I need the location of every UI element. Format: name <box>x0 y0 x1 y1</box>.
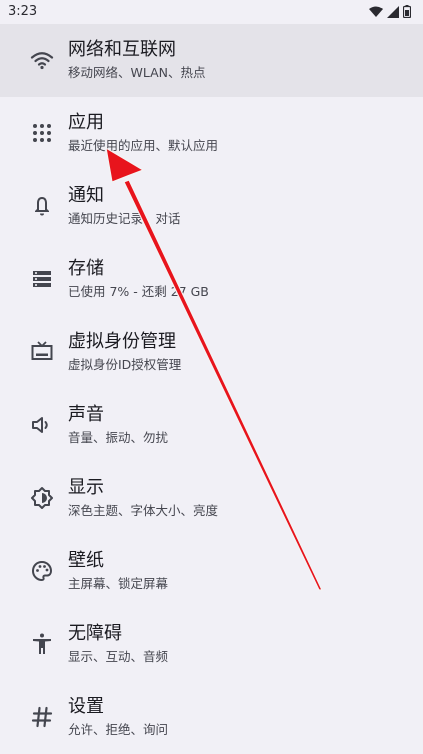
setting-item-storage[interactable]: 存储 已使用 7% - 还剩 27 GB <box>0 243 423 316</box>
setting-title: 显示 <box>68 477 104 498</box>
setting-item-settings[interactable]: 设置 允许、拒绝、询问 <box>0 681 423 754</box>
bell-icon <box>30 194 54 218</box>
setting-item-wallpaper[interactable]: 壁纸 主屏幕、锁定屏幕 <box>0 535 423 608</box>
setting-title: 通知 <box>68 185 104 206</box>
setting-item-apps[interactable]: 应用 最近使用的应用、默认应用 <box>0 97 423 170</box>
setting-item-accessibility[interactable]: 无障碍 显示、互动、音频 <box>0 608 423 681</box>
setting-item-notifications[interactable]: 通知 通知历史记录、对话 <box>0 170 423 243</box>
status-bar: 3:23 <box>0 0 423 24</box>
setting-title: 壁纸 <box>68 550 104 571</box>
setting-item-network[interactable]: 网络和互联网 移动网络、WLAN、热点 <box>0 24 423 97</box>
setting-subtitle: 移动网络、WLAN、热点 <box>68 65 206 80</box>
setting-item-virtual-identity[interactable]: 虚拟身份管理 虚拟身份ID授权管理 <box>0 316 423 389</box>
tv-icon <box>30 340 54 364</box>
setting-subtitle: 允许、拒绝、询问 <box>68 722 169 737</box>
setting-subtitle: 通知历史记录、对话 <box>68 211 181 226</box>
setting-subtitle: 主屏幕、锁定屏幕 <box>68 576 169 591</box>
settings-list: 网络和互联网 移动网络、WLAN、热点 应用 最近使用的应用、默认应用 通知 通… <box>0 24 423 754</box>
setting-subtitle: 音量、振动、勿扰 <box>68 430 169 445</box>
setting-subtitle: 深色主题、字体大小、亮度 <box>68 503 219 518</box>
hash-icon <box>30 705 54 729</box>
setting-title: 存储 <box>68 258 104 279</box>
setting-item-display[interactable]: 显示 深色主题、字体大小、亮度 <box>0 462 423 535</box>
setting-title: 应用 <box>68 112 104 133</box>
wifi-icon <box>369 3 383 22</box>
setting-title: 网络和互联网 <box>68 39 176 60</box>
setting-title: 设置 <box>68 696 104 717</box>
storage-icon <box>30 267 54 291</box>
wifi-icon <box>30 48 54 72</box>
setting-item-sound[interactable]: 声音 音量、振动、勿扰 <box>0 389 423 462</box>
apps-grid-icon <box>30 121 54 145</box>
accessibility-icon <box>30 632 54 656</box>
setting-title: 无障碍 <box>68 623 122 644</box>
setting-subtitle: 显示、互动、音频 <box>68 649 169 664</box>
speaker-icon <box>30 413 54 437</box>
setting-subtitle: 虚拟身份ID授权管理 <box>68 357 182 372</box>
cellular-signal-icon <box>387 3 399 22</box>
setting-title: 虚拟身份管理 <box>68 331 176 352</box>
palette-icon <box>30 559 54 583</box>
setting-title: 声音 <box>68 404 104 425</box>
setting-subtitle: 最近使用的应用、默认应用 <box>68 138 219 153</box>
setting-subtitle: 已使用 7% - 还剩 27 GB <box>68 284 209 299</box>
status-time: 3:23 <box>8 4 38 19</box>
battery-icon <box>402 3 412 22</box>
status-icons <box>369 3 412 22</box>
brightness-icon <box>30 486 54 510</box>
